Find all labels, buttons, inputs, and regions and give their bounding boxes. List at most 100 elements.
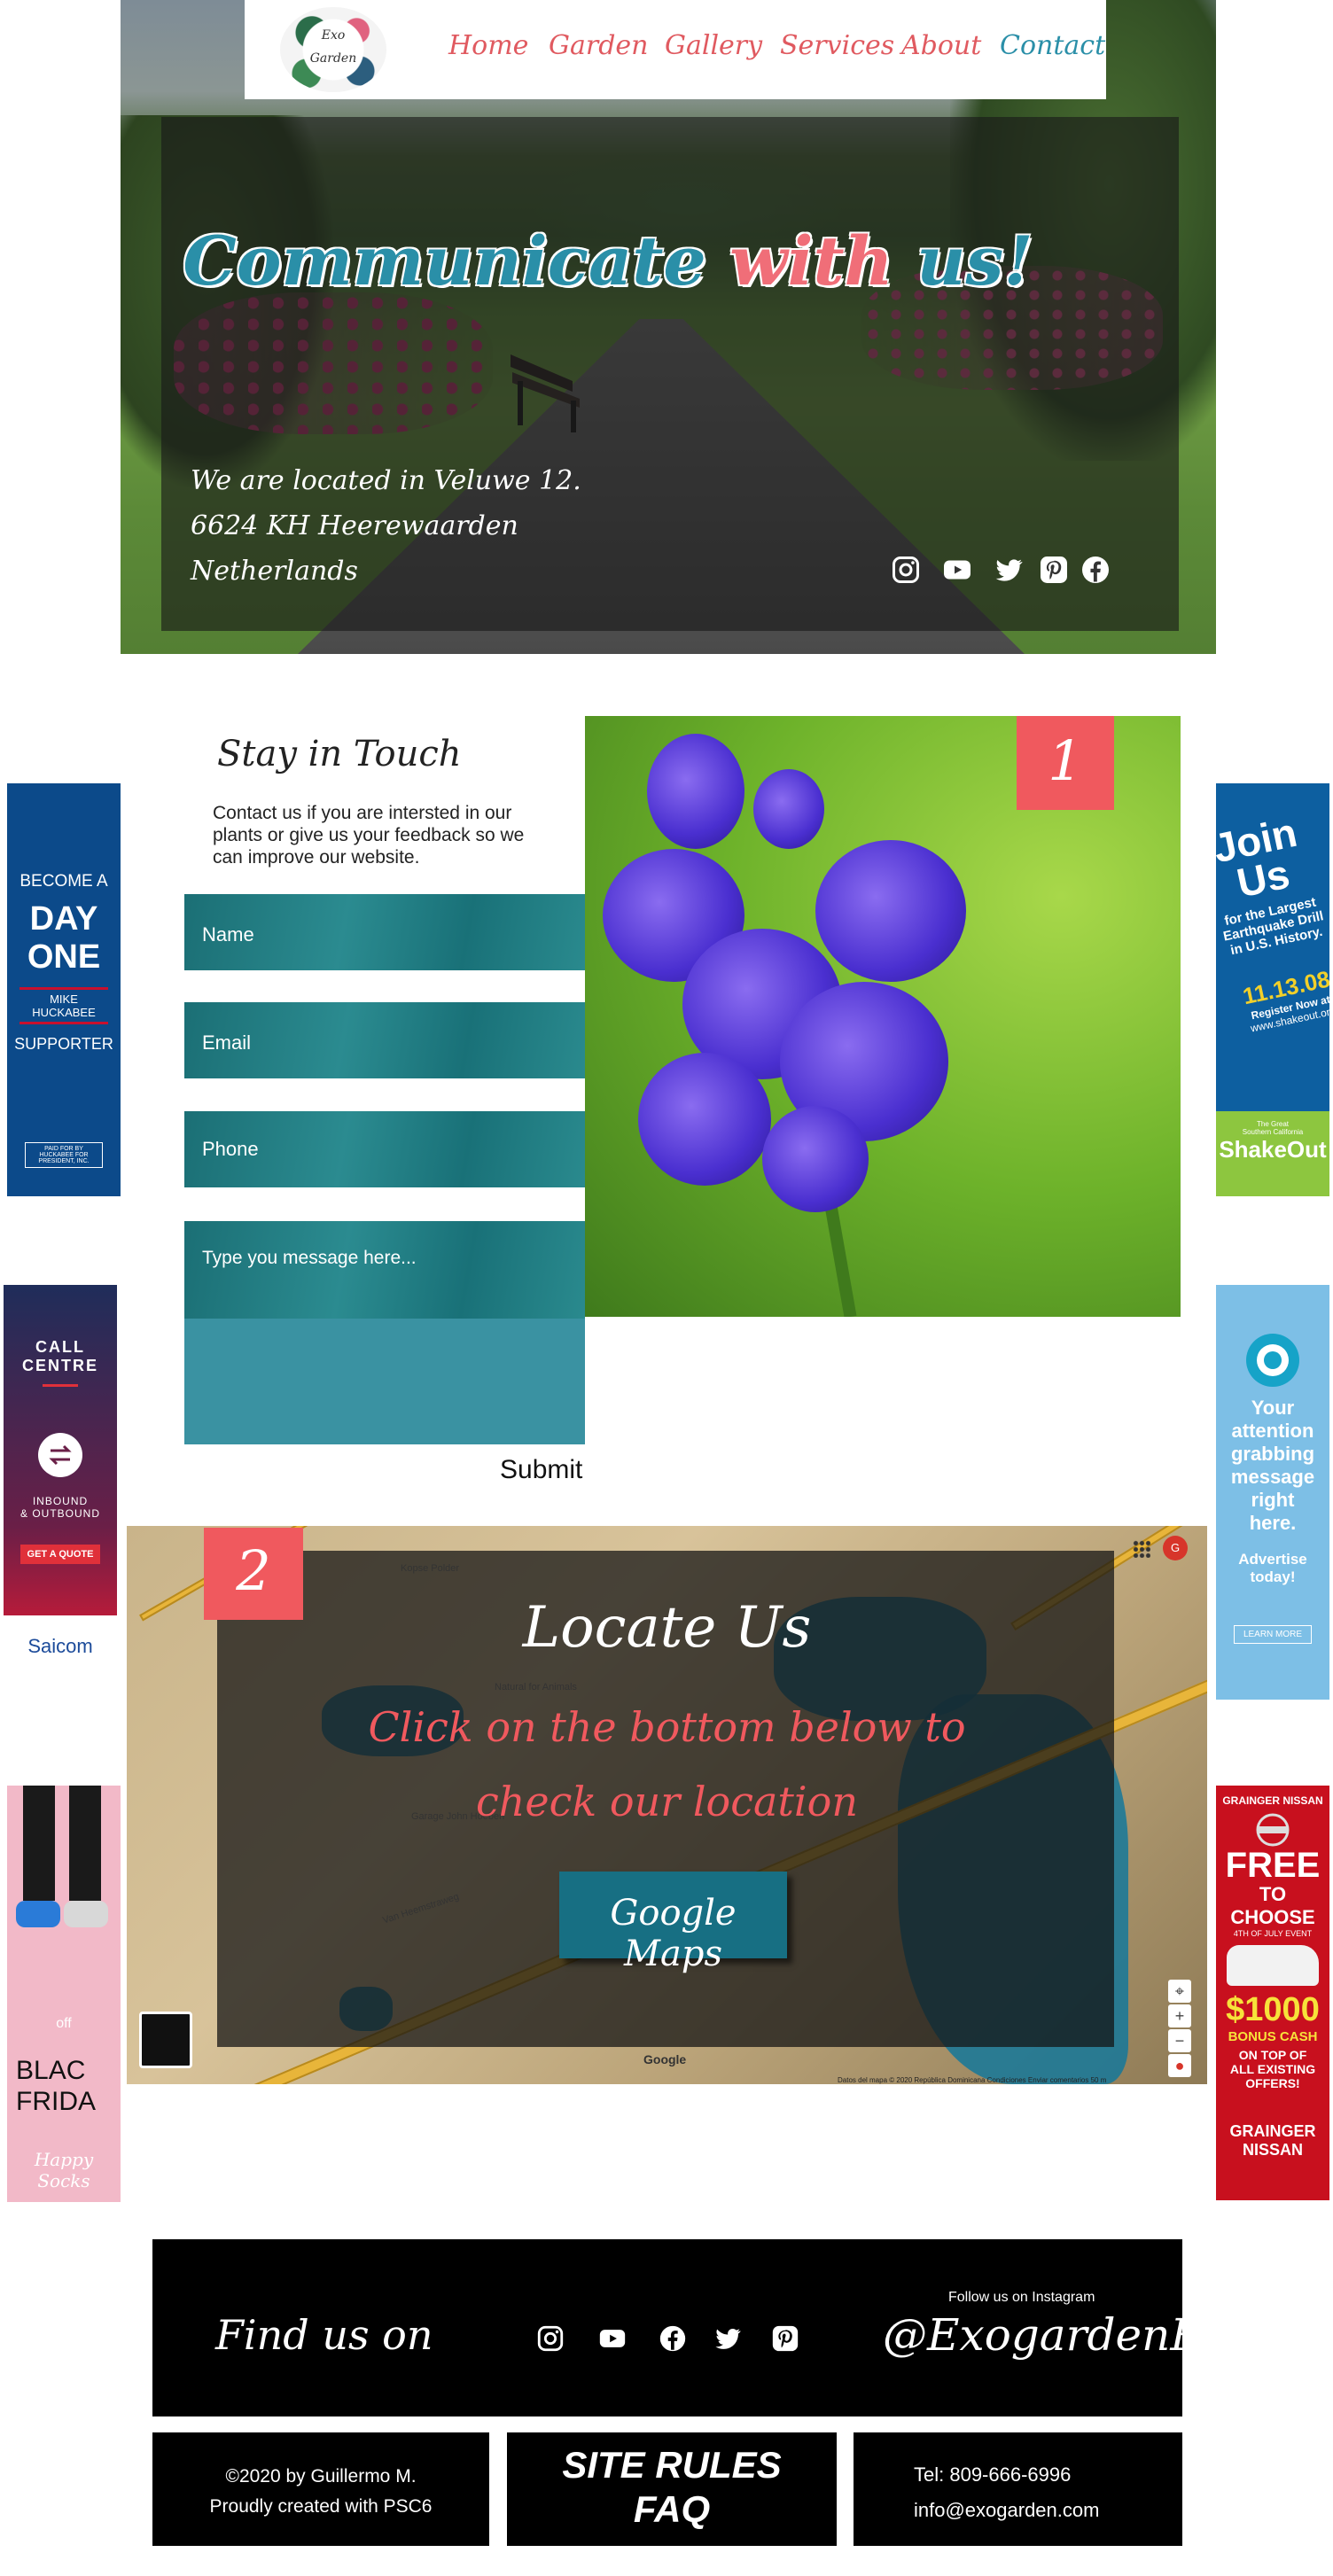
ad-text: ON TOP OF xyxy=(1238,2048,1307,2062)
ad-text: CALL xyxy=(35,1338,85,1356)
nav-garden[interactable]: Garden xyxy=(549,30,648,61)
ad-legs-image xyxy=(69,1786,101,1901)
ad-text: NISSAN xyxy=(1242,2141,1303,2159)
swap-arrows-icon xyxy=(38,1433,82,1477)
map-place-label: Kopse Polder xyxy=(401,1563,460,1574)
pin-target-icon xyxy=(1246,1334,1299,1387)
ad-banner-advertise[interactable]: Your attention grabbing message right he… xyxy=(1216,1285,1329,1700)
get-a-quote-button[interactable]: GET A QUOTE xyxy=(19,1545,101,1564)
footer-copyright: ©2020 by Guillermo M. Proudly created wi… xyxy=(152,2432,489,2546)
locate-us-title: Locate Us xyxy=(522,1595,812,1661)
ad-text: today! xyxy=(1250,1568,1296,1585)
ad-text: BECOME A xyxy=(19,872,108,891)
ad-banner-huckabee[interactable]: BECOME A DAY ONE MIKE HUCKABEE SUPPORTER… xyxy=(7,783,121,1196)
footer-site-rules[interactable]: SITE RULES FAQ xyxy=(507,2432,837,2546)
map-subtitle-line-2: check our location xyxy=(476,1778,858,1825)
ad-text: ShakeOut xyxy=(1219,1136,1327,1163)
account-avatar[interactable]: G xyxy=(1163,1536,1188,1560)
street-view-icon[interactable]: ● xyxy=(1168,2054,1191,2077)
pinterest-icon[interactable] xyxy=(1038,554,1070,586)
orchid-bloom xyxy=(638,1053,771,1186)
ad-text: here. xyxy=(1249,1512,1297,1534)
facebook-icon[interactable] xyxy=(1080,554,1111,586)
ad-text: Happy Socks xyxy=(34,2149,94,2191)
google-logo: Google xyxy=(643,2052,687,2066)
copyright-line-1: ©2020 by Guillermo M. xyxy=(225,2466,417,2487)
ad-text: Advertise xyxy=(1238,1551,1307,1568)
ad-text: BLAC xyxy=(16,2056,86,2085)
copyright-line-2: Proudly created with PSC6 xyxy=(209,2496,433,2517)
name-field[interactable]: Name xyxy=(184,894,585,970)
orchid-bloom xyxy=(647,734,744,849)
instagram-handle-link[interactable]: @ExogardenRD xyxy=(883,2309,1239,2361)
nav-services[interactable]: Services xyxy=(780,30,894,61)
ad-text: SUPPORTER xyxy=(14,1035,113,1053)
nav-home[interactable]: Home xyxy=(448,30,528,61)
learn-more-button[interactable]: LEARN MORE xyxy=(1233,1625,1313,1644)
ad-text: ALL EXISTING xyxy=(1229,2062,1316,2076)
youtube-icon[interactable] xyxy=(597,2323,628,2354)
section-badge-1: 1 xyxy=(1017,716,1114,810)
zoom-in-icon[interactable]: + xyxy=(1168,2004,1191,2027)
message-textarea-header xyxy=(184,1221,585,1319)
twitter-icon[interactable] xyxy=(713,2323,743,2354)
submit-button[interactable]: Submit xyxy=(500,1455,582,1485)
twitter-icon[interactable] xyxy=(993,554,1025,586)
ad-banner-shakeout[interactable]: Join Us for the Largest Earthquake Drill… xyxy=(1216,783,1329,1196)
ad-text: message xyxy=(1230,1466,1315,1488)
ad-text: Your xyxy=(1251,1397,1295,1419)
ad-text: 4TH OF JULY EVENT xyxy=(1233,1929,1313,1938)
map-attribution: Datos del mapa © 2020 República Dominica… xyxy=(838,2076,1107,2084)
footer-phone: Tel: 809-666-6996 xyxy=(914,2463,1072,2486)
ad-text: DAY xyxy=(29,900,98,938)
ad-text: Saicom xyxy=(27,1635,93,1657)
site-logo[interactable]: Exo Garden xyxy=(280,7,386,92)
footer-email[interactable]: info@exogarden.com xyxy=(914,2493,1182,2528)
logo-text-exo: Exo xyxy=(321,28,346,43)
hero-title-part2: with xyxy=(729,222,893,300)
orchid-bloom xyxy=(762,1106,869,1212)
nav-about[interactable]: About xyxy=(901,30,981,61)
ad-text: GRAINGER NISSAN xyxy=(1222,1794,1323,1807)
instagram-icon[interactable] xyxy=(535,2323,565,2354)
ad-sock-image xyxy=(16,1901,60,1927)
nissan-logo-icon xyxy=(1256,1813,1290,1847)
ad-shoe-image xyxy=(64,1901,108,1927)
ad-text: $1000 xyxy=(1226,1991,1320,2028)
nav-contact[interactable]: Contact xyxy=(1000,30,1105,61)
ad-divider xyxy=(43,1384,78,1387)
site-rules-link[interactable]: SITE RULES xyxy=(507,2443,837,2487)
ad-banner-nissan[interactable]: GRAINGER NISSAN FREE TO CHOOSE 4TH OF JU… xyxy=(1216,1786,1329,2200)
instagram-icon[interactable] xyxy=(890,554,922,586)
orchid-bud xyxy=(753,769,824,849)
ad-text: INBOUND xyxy=(32,1495,89,1507)
youtube-icon[interactable] xyxy=(941,554,973,586)
pinterest-icon[interactable] xyxy=(770,2323,800,2354)
phone-field[interactable]: Phone xyxy=(184,1111,585,1187)
ad-text: right xyxy=(1251,1489,1295,1511)
address-line-2: 6624 KH Heerewaarden xyxy=(191,510,518,541)
satellite-layer-toggle[interactable] xyxy=(139,2012,192,2068)
ad-text: ONE xyxy=(27,938,101,976)
zoom-out-icon[interactable]: − xyxy=(1168,2029,1191,2052)
find-us-label: Find us on xyxy=(215,2311,433,2359)
locate-me-icon[interactable]: ⌖ xyxy=(1168,1980,1191,2003)
facebook-icon[interactable] xyxy=(658,2323,688,2354)
ad-banner-call-centre[interactable]: CALL CENTRE INBOUND & OUTBOUND GET A QUO… xyxy=(4,1285,117,1688)
logo-text-garden: Garden xyxy=(309,51,357,66)
ad-text: TO CHOOSE xyxy=(1230,1883,1315,1928)
ad-text: off xyxy=(56,2016,72,2031)
email-field[interactable]: Email xyxy=(184,1002,585,1078)
google-maps-button[interactable]: Google Maps xyxy=(559,1872,787,1974)
ad-footer: The Great Southern California ShakeOut xyxy=(1216,1111,1329,1196)
ad-legs-image xyxy=(23,1786,55,1901)
faq-link[interactable]: FAQ xyxy=(507,2487,837,2532)
nav-gallery[interactable]: Gallery xyxy=(665,30,762,61)
message-textarea[interactable]: Type you message here... xyxy=(184,1221,585,1444)
ad-text: Southern California xyxy=(1242,1128,1304,1136)
ad-banner-happy-socks[interactable]: off BLAC FRIDA Happy Socks xyxy=(7,1786,121,2202)
footer-contact-info: Tel: 809-666-6996 info@exogarden.com xyxy=(854,2432,1182,2546)
address-line-3: Netherlands xyxy=(191,556,358,587)
ad-text: GRAINGER xyxy=(1229,2122,1316,2140)
apps-grid-icon[interactable] xyxy=(1133,1540,1150,1558)
